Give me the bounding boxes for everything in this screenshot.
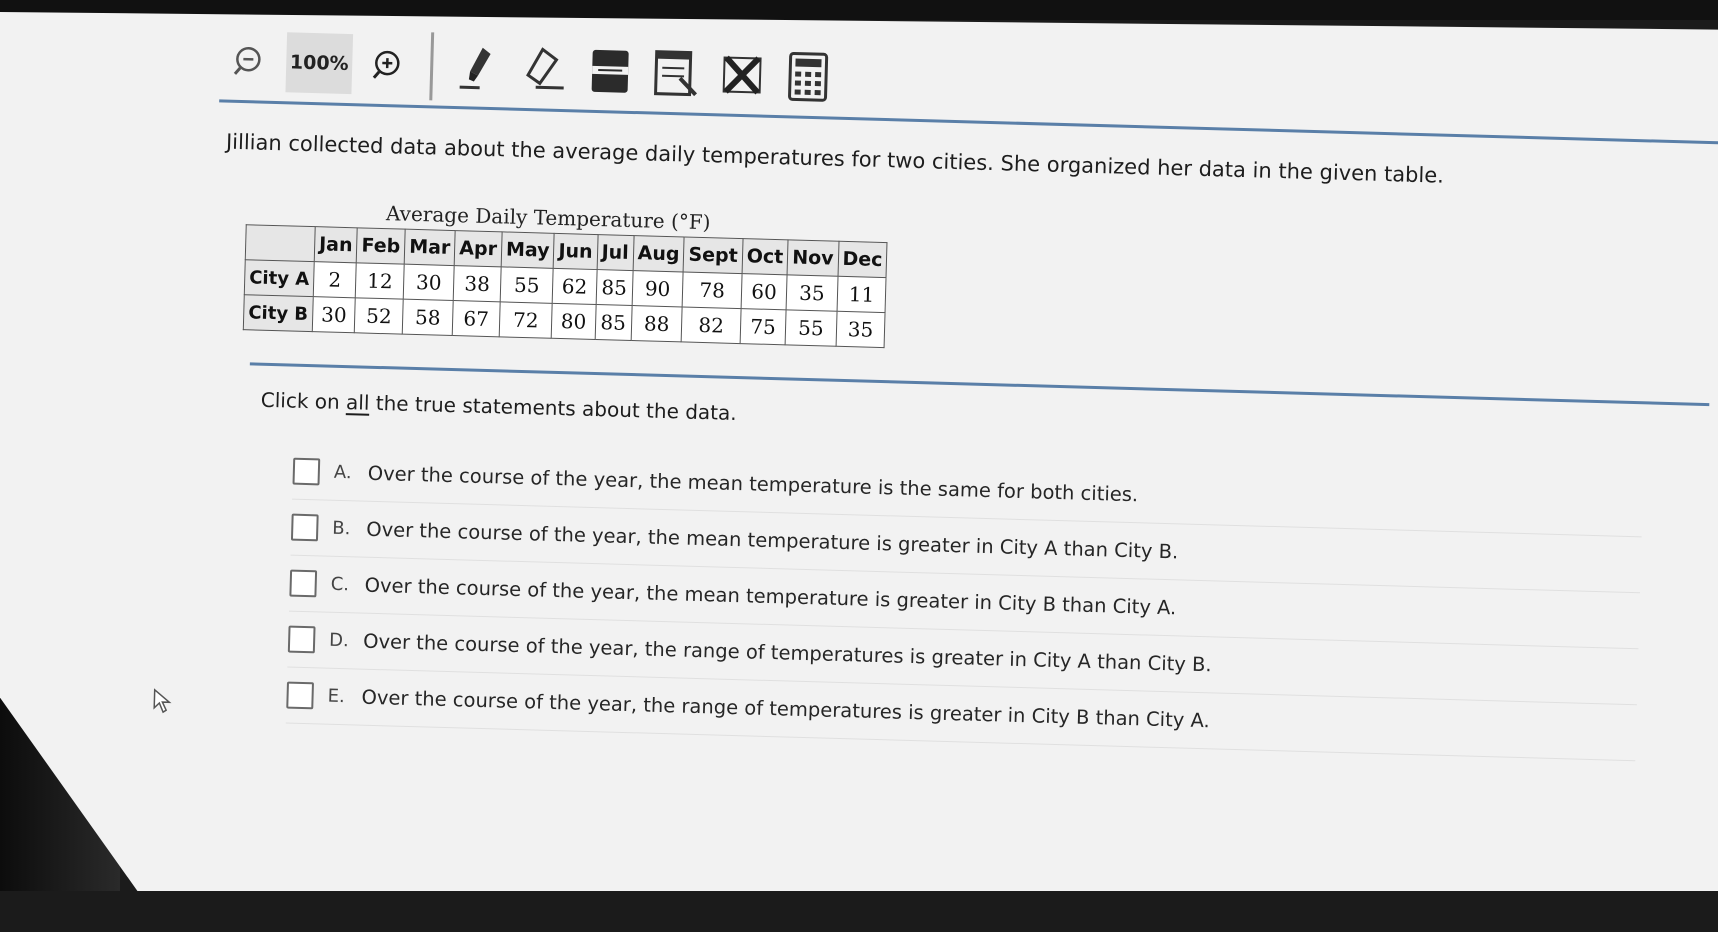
mouse-pointer-icon bbox=[152, 688, 175, 715]
answer-options: A. Over the course of the year, the mean… bbox=[286, 444, 1643, 762]
table-header-cell: May bbox=[501, 232, 554, 268]
table-header-cell: Apr bbox=[454, 231, 502, 267]
notepad-button[interactable] bbox=[646, 43, 706, 103]
table-cell: 38 bbox=[453, 266, 501, 302]
option-letter: B. bbox=[332, 518, 367, 540]
table-header-cell bbox=[245, 225, 315, 262]
table-cell: 11 bbox=[837, 276, 887, 312]
option-text: Over the course of the year, the mean te… bbox=[368, 462, 1139, 507]
table-header-cell: Jul bbox=[597, 235, 634, 271]
option-letter: A. bbox=[334, 462, 369, 484]
table-cell: 30 bbox=[312, 297, 355, 333]
option-a-checkbox[interactable] bbox=[292, 458, 320, 486]
table-cell: 2 bbox=[313, 262, 356, 298]
table-header-cell: Jun bbox=[554, 233, 598, 269]
table-cell: 72 bbox=[499, 302, 552, 338]
option-letter: C. bbox=[330, 574, 365, 596]
table-cell: 55 bbox=[500, 267, 553, 303]
option-b-checkbox[interactable] bbox=[291, 514, 319, 542]
table-cell: 85 bbox=[596, 270, 633, 306]
table-cell: 58 bbox=[402, 299, 453, 335]
question-prompt: Jillian collected data about the average… bbox=[226, 130, 1445, 188]
table-header-cell: Feb bbox=[357, 228, 406, 264]
option-c-checkbox[interactable] bbox=[289, 570, 317, 598]
zoom-in-button[interactable] bbox=[357, 35, 417, 95]
eraser-icon bbox=[520, 45, 569, 94]
table-row-label: City A bbox=[244, 260, 314, 297]
table-cell: 88 bbox=[631, 306, 683, 342]
table-cell: 35 bbox=[786, 275, 837, 311]
table-header-cell: Sept bbox=[684, 237, 743, 274]
option-d-checkbox[interactable] bbox=[288, 626, 316, 654]
table-header-cell: Dec bbox=[838, 241, 888, 277]
table-header-cell: Mar bbox=[404, 229, 455, 265]
table-cell: 82 bbox=[682, 307, 741, 344]
zoom-out-button[interactable] bbox=[220, 31, 280, 91]
line-reader-button[interactable] bbox=[580, 42, 640, 102]
answer-eliminator-icon bbox=[719, 51, 764, 98]
calculator-button[interactable] bbox=[778, 47, 838, 107]
zoom-level: 100% bbox=[285, 32, 353, 94]
line-reader-icon bbox=[587, 46, 632, 97]
instruction-text: the true statements about the data. bbox=[369, 391, 737, 425]
question-instruction: Click on all the true statements about t… bbox=[261, 388, 738, 425]
option-letter: E. bbox=[327, 686, 362, 708]
table-cell: 62 bbox=[553, 268, 597, 304]
table-cell: 80 bbox=[552, 303, 596, 339]
notepad-icon bbox=[651, 48, 700, 99]
option-text: Over the course of the year, the range o… bbox=[361, 686, 1210, 733]
table-cell: 67 bbox=[452, 301, 500, 337]
option-text: Over the course of the year, the range o… bbox=[363, 630, 1212, 677]
table-cell: 12 bbox=[356, 263, 405, 299]
instruction-text: Click on bbox=[261, 388, 347, 414]
option-text: Over the course of the year, the mean te… bbox=[364, 574, 1176, 620]
table-cell: 52 bbox=[355, 298, 404, 334]
calculator-icon bbox=[786, 50, 829, 103]
zoom-in-icon bbox=[370, 48, 405, 83]
test-page: 100% bbox=[0, 5, 1718, 932]
table-header-cell: Nov bbox=[787, 240, 838, 276]
table-cell: 35 bbox=[836, 311, 886, 347]
option-letter: D. bbox=[329, 630, 364, 652]
temperature-table: Jan Feb Mar Apr May Jun Jul Aug Sept Oct… bbox=[243, 224, 888, 348]
toolbar-divider bbox=[429, 32, 434, 100]
table-cell: 78 bbox=[683, 272, 742, 309]
answer-eliminator-button[interactable] bbox=[712, 45, 772, 105]
option-text: Over the course of the year, the mean te… bbox=[366, 518, 1179, 564]
zoom-out-icon bbox=[232, 44, 267, 79]
table-cell: 90 bbox=[632, 271, 684, 307]
table-header-cell: Oct bbox=[742, 239, 788, 275]
table-cell: 75 bbox=[740, 309, 786, 345]
table-cell: 85 bbox=[595, 305, 632, 341]
table-cell: 30 bbox=[403, 264, 454, 300]
table-cell: 60 bbox=[741, 274, 787, 310]
option-e-checkbox[interactable] bbox=[286, 682, 314, 710]
table-header-cell: Jan bbox=[314, 227, 357, 263]
table-cell: 55 bbox=[785, 310, 836, 346]
eraser-button[interactable] bbox=[514, 40, 574, 100]
screen: 100% bbox=[0, 12, 1718, 891]
table-header-cell: Aug bbox=[633, 236, 685, 272]
table-row-label: City B bbox=[243, 295, 313, 332]
highlighter-button[interactable] bbox=[448, 38, 508, 98]
toolbar: 100% bbox=[219, 29, 845, 108]
instruction-emphasis: all bbox=[346, 390, 370, 415]
highlighter-icon bbox=[458, 43, 499, 92]
